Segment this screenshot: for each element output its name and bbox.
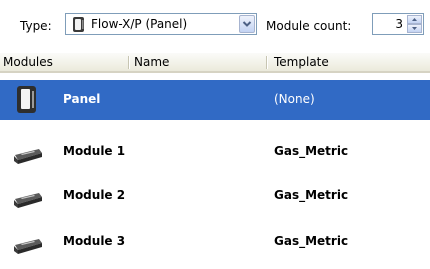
type-label: Type: [20,19,52,33]
panel-device-icon [17,86,36,113]
column-divider[interactable] [266,56,267,69]
row-module-name: Panel [63,92,101,106]
row-template: (None) [274,92,315,106]
module-device-icon [14,193,42,208]
arrow-down-icon [412,27,417,30]
table-row[interactable]: Module 3 Gas_Metric [0,222,430,262]
table-row[interactable]: Panel (None) [0,80,430,120]
table-row[interactable]: Module 1 Gas_Metric [0,132,430,172]
module-count-value[interactable]: 3 [377,17,403,31]
row-module-name: Module 1 [63,144,126,158]
column-header-name[interactable]: Name [131,53,266,71]
panel-device-icon [73,17,84,32]
table-row[interactable]: Module 2 Gas_Metric [0,176,430,216]
row-module-name: Module 3 [63,234,126,248]
row-template: Gas_Metric [274,188,349,202]
dropdown-button[interactable] [239,15,255,33]
table-header: Modules Name Template [0,53,430,73]
module-device-icon [14,239,42,254]
chevron-down-icon [242,21,252,27]
type-combobox[interactable]: Flow-X/P (Panel) [65,13,257,35]
column-header-modules[interactable]: Modules [0,53,128,71]
spinner-up-button[interactable] [407,15,422,24]
row-module-name: Module 2 [63,188,126,202]
module-device-icon [14,149,42,164]
arrow-up-icon [412,18,417,21]
row-template: Gas_Metric [274,234,349,248]
module-count-spinner[interactable]: 3 [372,13,424,35]
column-header-template[interactable]: Template [271,53,430,71]
column-divider[interactable] [128,56,129,69]
type-value: Flow-X/P (Panel) [91,17,188,31]
toolbar: Type: Flow-X/P (Panel) Module count: 3 [0,0,430,48]
row-template: Gas_Metric [274,144,349,158]
spinner-down-button[interactable] [407,24,422,33]
module-count-label: Module count: [266,19,352,33]
